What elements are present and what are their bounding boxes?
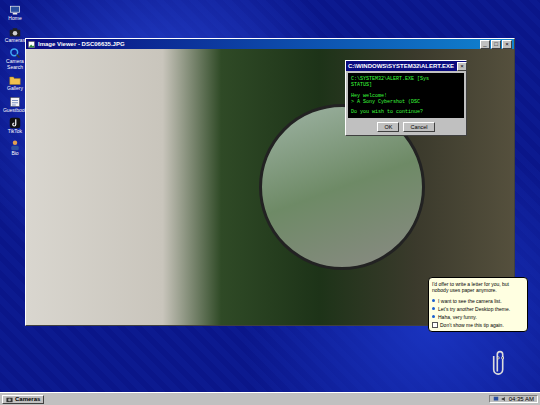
bullet-icon — [432, 307, 435, 310]
bullet-icon — [432, 299, 435, 302]
tip-option-label: Haha, very funny. — [438, 314, 477, 320]
dialog-buttons: OK Cancel — [346, 120, 466, 135]
title-bar[interactable]: C:\WINDOWS\SYSTEM32\ALERT.EXE × — [346, 61, 466, 71]
checkbox-box — [432, 322, 438, 328]
console-line: > A Sony Cybershot (DSC — [351, 99, 461, 105]
window-control-button[interactable]: × — [502, 40, 512, 49]
tip-option-label: I want to see the camera list. — [438, 298, 502, 304]
console-line: C:\SYSTEM32\ALERT.EXE [Sys — [351, 76, 461, 82]
assistant-tip: I'd offer to write a letter for you, but… — [428, 277, 528, 332]
desktop-area: Home Cameras Camera Search Gallery Guest… — [0, 0, 540, 392]
desktop-icon-label: Cameras — [5, 38, 25, 44]
network-icon[interactable] — [493, 396, 499, 402]
start-label: Cameras — [15, 396, 40, 402]
window-title: Image Viewer - DSC06635.JPG — [38, 41, 477, 47]
shortcut-icon — [9, 74, 21, 86]
paperclip-assistant-icon[interactable] — [491, 348, 509, 375]
dialog-button[interactable]: Cancel — [403, 122, 434, 132]
camera-icon — [6, 396, 13, 403]
tip-message: I'd offer to write a letter for you, but… — [432, 281, 524, 294]
console-line: STATUS] — [351, 82, 461, 88]
desktop-icon[interactable]: Home — [2, 4, 28, 22]
tip-option[interactable]: I want to see the camera list. — [432, 298, 524, 304]
checkbox-label: Don't show me this tip again. — [440, 322, 504, 328]
close-button[interactable]: × — [457, 62, 467, 71]
shortcut-icon — [9, 139, 21, 151]
desktop-icon-label: Gallery — [7, 86, 23, 92]
dialog-button[interactable]: OK — [377, 122, 399, 132]
tip-checkbox[interactable]: Don't show me this tip again. — [432, 322, 524, 328]
shortcut-icon — [9, 96, 21, 108]
desktop-icon-label: Guestbook — [3, 108, 27, 114]
desktop-icon-label: Bio — [11, 151, 18, 157]
desktop-icon-label: Home — [8, 16, 21, 22]
shortcut-icon — [9, 26, 21, 38]
window-controls: _□× — [480, 40, 512, 49]
tip-option[interactable]: Haha, very funny. — [432, 314, 524, 320]
console-line: Hey welcome! — [351, 93, 461, 99]
window-control-button[interactable]: _ — [480, 40, 490, 49]
shortcut-icon — [9, 47, 21, 59]
bullet-icon — [432, 315, 435, 318]
dialog-title: C:\WINDOWS\SYSTEM32\ALERT.EXE — [348, 63, 454, 69]
start-button[interactable]: Cameras — [2, 395, 44, 404]
shortcut-icon — [9, 4, 21, 16]
desktop-icon-label: TikTok — [8, 129, 22, 135]
taskbar: Cameras 04:35 AM — [0, 392, 540, 405]
clock: 04:35 AM — [509, 396, 534, 402]
desktop: Home Cameras Camera Search Gallery Guest… — [0, 0, 540, 405]
shortcut-icon — [9, 117, 21, 129]
title-bar[interactable]: Image Viewer - DSC06635.JPG _□× — [26, 39, 514, 49]
tip-option-label: Let's try another Desktop theme. — [438, 306, 510, 312]
system-tray: 04:35 AM — [489, 395, 538, 403]
alert-dialog[interactable]: C:\WINDOWS\SYSTEM32\ALERT.EXE × C:\SYSTE… — [345, 60, 467, 136]
tip-option[interactable]: Let's try another Desktop theme. — [432, 306, 524, 312]
console-output: C:\SYSTEM32\ALERT.EXE [SysSTATUS] Hey wel… — [348, 73, 464, 118]
speaker-icon[interactable] — [501, 396, 507, 402]
picture-icon — [28, 41, 35, 48]
window-control-button[interactable]: □ — [491, 40, 501, 49]
console-line: Do you wish to continue? — [351, 109, 461, 115]
